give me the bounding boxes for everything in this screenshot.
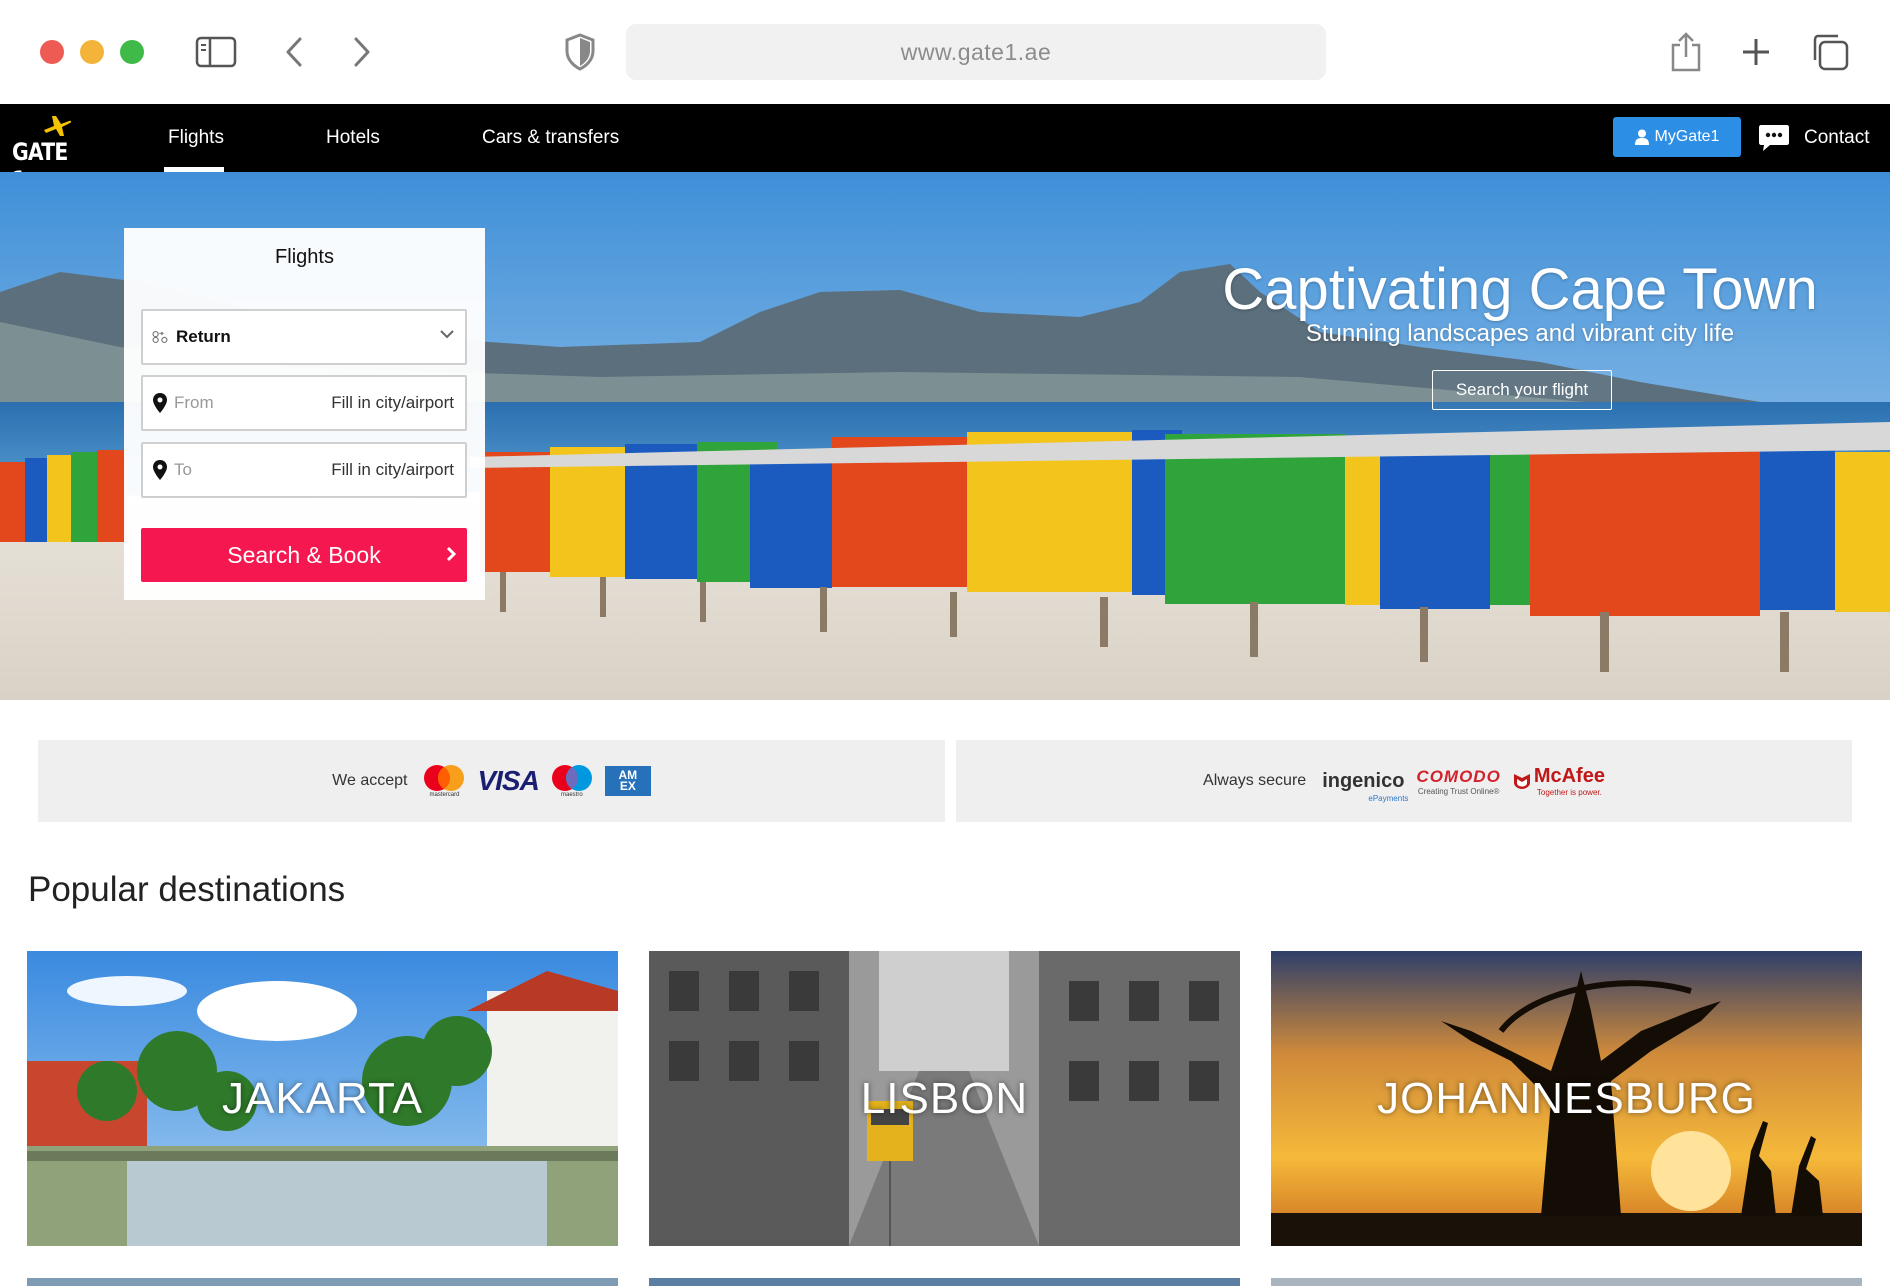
comodo-sub: Creating Trust Online® <box>1417 786 1500 796</box>
comodo-logo: COMODO Creating Trust Online® <box>1416 767 1500 796</box>
nav-hotels[interactable]: Hotels <box>326 104 380 172</box>
panel-title: Flights <box>275 246 334 268</box>
share-icon[interactable] <box>1664 30 1708 74</box>
maestro-caption: maestro <box>560 792 583 798</box>
search-and-book-label: Search & Book <box>227 541 381 568</box>
mygate1-label: MyGate1 <box>1654 128 1720 145</box>
location-pin-icon <box>152 393 168 413</box>
browser-toolbar: www.gate1.ae <box>0 0 1890 104</box>
payment-methods-box: We accept mastercard VISA maestro AM EX <box>38 740 945 822</box>
flight-search-panel: Flights Return From Fill in city/airport… <box>124 228 485 600</box>
round-trip-icon <box>152 328 168 346</box>
mcafee-shield-icon <box>1513 774 1530 789</box>
from-placeholder: Fill in city/airport <box>331 393 454 412</box>
to-label: To <box>174 460 192 479</box>
url-bar[interactable]: www.gate1.ae <box>626 24 1326 80</box>
search-and-book-button[interactable]: Search & Book <box>141 528 467 582</box>
destination-name: JOHANNESBURG <box>1377 1073 1756 1123</box>
destination-name: LISBON <box>860 1073 1029 1123</box>
contact-link[interactable]: Contact <box>1758 118 1869 158</box>
ingenico-text: ingenico <box>1322 769 1405 792</box>
destination-card-peek <box>27 1278 618 1286</box>
destination-card-johannesburg[interactable]: JOHANNESBURG <box>1271 951 1862 1246</box>
user-icon <box>1634 129 1649 145</box>
maestro-logo: maestro <box>551 764 593 798</box>
from-label: From <box>174 393 214 412</box>
contact-label: Contact <box>1804 127 1870 148</box>
visa-logo: VISA <box>477 765 539 796</box>
mastercard-caption: mastercard <box>429 792 460 798</box>
popular-destinations-title: Popular destinations <box>28 870 346 909</box>
location-pin-icon <box>152 460 168 480</box>
destination-card-peek <box>1271 1278 1862 1286</box>
tabs-overview-icon[interactable] <box>1808 30 1852 74</box>
forward-icon[interactable] <box>340 30 384 74</box>
search-your-flight-button[interactable]: Search your flight <box>1432 370 1612 410</box>
chevron-right-icon <box>445 543 457 571</box>
nav-flights[interactable]: Flights <box>164 104 224 172</box>
we-accept-label: We accept <box>332 772 408 789</box>
mcafee-text: McAfee <box>1533 765 1605 787</box>
to-placeholder: Fill in city/airport <box>331 460 454 479</box>
mcafee-sub: Together is power. <box>1536 788 1602 797</box>
close-window-button[interactable] <box>40 40 64 64</box>
nav-cars-transfers[interactable]: Cars & transfers <box>482 104 619 172</box>
plane-icon <box>44 116 72 136</box>
always-secure-label: Always secure <box>1203 772 1307 789</box>
url-text: www.gate1.ae <box>900 38 1052 65</box>
destination-card-jakarta[interactable]: JAKARTA <box>27 951 618 1246</box>
site-navbar: GATE 1 Flights Hotels Cars & transfers M… <box>0 104 1890 194</box>
minimize-window-button[interactable] <box>80 40 104 64</box>
sidebar-icon[interactable] <box>194 30 238 74</box>
destination-card-lisbon[interactable]: LISBON <box>649 951 1240 1246</box>
amex-logo: AM EX <box>604 766 651 796</box>
shield-icon[interactable] <box>558 30 602 74</box>
to-field[interactable]: To Fill in city/airport <box>141 442 467 498</box>
ingenico-sub: ePayments <box>1368 793 1409 803</box>
mastercard-logo: mastercard <box>423 764 465 798</box>
destination-card-peek <box>649 1278 1240 1286</box>
security-badges-box: Always secure ingenico ePayments COMODO C… <box>956 740 1852 822</box>
ingenico-logo: ingenico ePayments <box>1322 769 1408 803</box>
destination-name: JAKARTA <box>222 1073 423 1123</box>
zoom-window-button[interactable] <box>120 40 144 64</box>
new-tab-plus-icon[interactable] <box>1734 30 1778 74</box>
back-icon[interactable] <box>272 30 316 74</box>
comodo-text: COMODO <box>1416 766 1501 786</box>
hero-title: Captivating Cape Town <box>1222 257 1818 322</box>
trip-type-select[interactable]: Return <box>141 309 467 365</box>
mygate1-button[interactable]: MyGate1 <box>1613 117 1741 157</box>
hero-subtitle: Stunning landscapes and vibrant city lif… <box>1305 320 1735 347</box>
chevron-down-icon <box>439 327 455 345</box>
trip-type-value: Return <box>176 327 231 346</box>
chat-bubble-icon <box>1759 125 1789 151</box>
gate1-logo[interactable]: GATE 1 <box>10 112 80 194</box>
hero-banner: Captivating Cape Town Stunning landscape… <box>0 172 1890 700</box>
mcafee-logo: McAfee Together is power. <box>1513 765 1605 797</box>
amex-text-2: EX <box>619 779 636 793</box>
from-field[interactable]: From Fill in city/airport <box>141 375 467 431</box>
